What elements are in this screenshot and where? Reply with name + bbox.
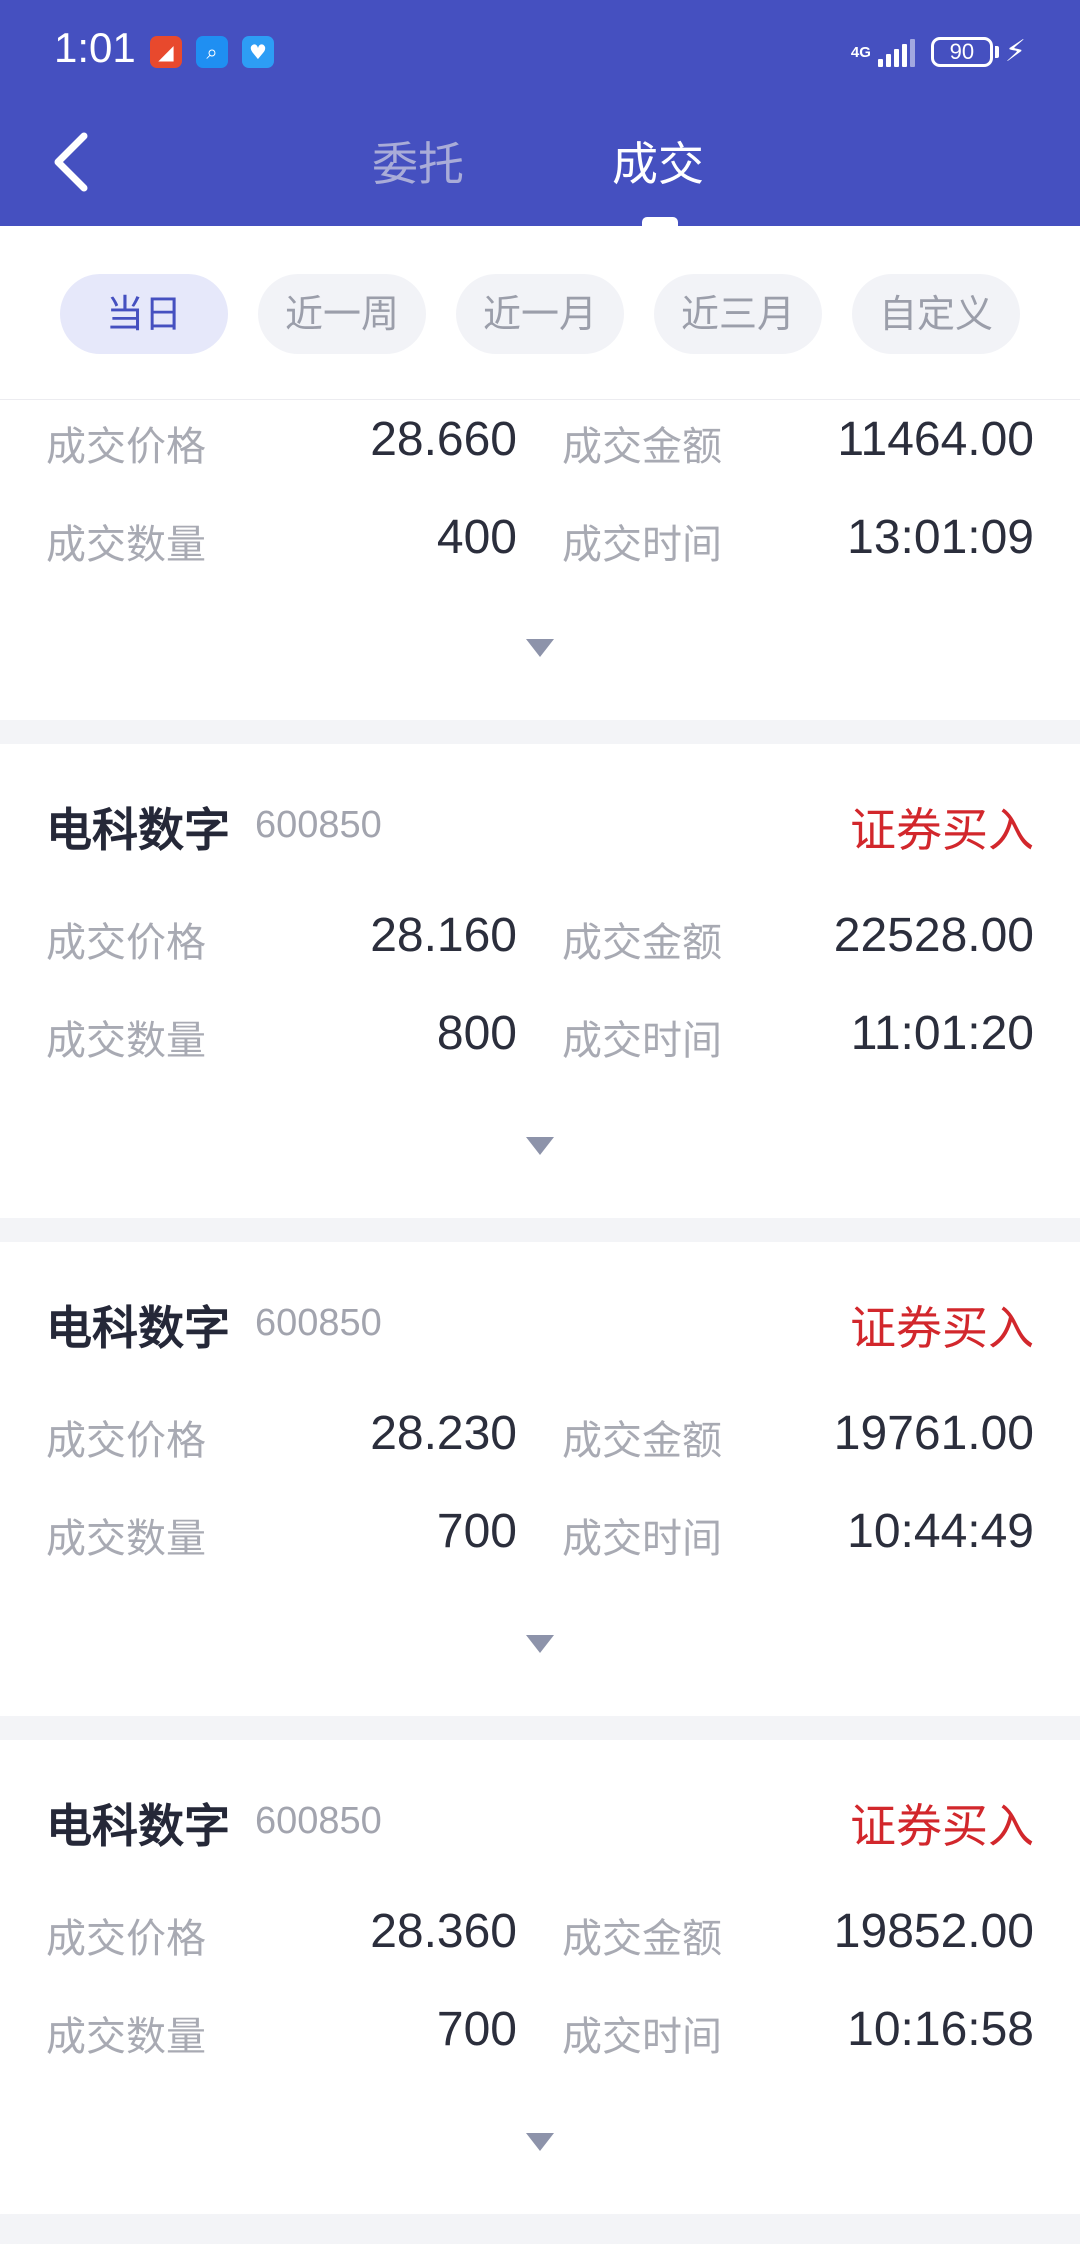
filter-custom[interactable]: 自定义 [852,274,1020,354]
price-label: 成交价格 [46,1418,206,1464]
price-label: 成交价格 [46,1916,206,1962]
trade-type: 证券买入 [850,803,1034,857]
expand-triangle-icon[interactable] [526,1635,554,1653]
filter-today[interactable]: 当日 [60,274,228,354]
app-notification-icon: ◢ [150,36,182,68]
time-label: 成交时间 [562,1018,722,1064]
filter-week[interactable]: 近一周 [258,274,426,354]
amount-label: 成交金额 [562,1418,722,1464]
app-header: 1:01 ◢ ⌕ ♥ 4G 90 ⚡ 委托 成交 [0,0,1080,226]
stock-name: 电科数字 [46,1799,230,1853]
stock-name: 电科数字 [46,1301,230,1355]
quantity-label: 成交数量 [46,2014,206,2060]
quantity-value: 800 [436,1007,517,1060]
expand-triangle-icon[interactable] [526,1137,554,1155]
stock-code: 600850 [255,804,382,846]
status-time: 1:01 [54,24,136,71]
price-value: 28.160 [370,909,517,962]
filter-three-months[interactable]: 近三月 [654,274,822,354]
stock-name: 电科数字 [46,803,230,857]
quantity-value: 400 [436,511,517,564]
stock-code: 600850 [255,1800,382,1842]
trade-type: 证券买入 [850,1799,1034,1853]
heart-app-icon: ♥ [242,36,274,68]
expand-triangle-icon[interactable] [526,639,554,657]
amount-value: 11464.00 [837,413,1034,466]
charging-icon: ⚡ [1004,34,1026,69]
battery-icon: 90 [930,37,993,67]
filter-month[interactable]: 近一月 [456,274,624,354]
price-label: 成交价格 [46,920,206,966]
time-value: 13:01:09 [847,511,1034,564]
tab-entrust[interactable]: 委托 [372,136,464,192]
time-value: 11:01:20 [850,1007,1034,1060]
status-indicators: 4G 90 ⚡ [851,30,1026,74]
amount-label: 成交金额 [562,920,722,966]
amount-value: 19761.00 [833,1407,1034,1460]
amount-label: 成交金额 [562,1916,722,1962]
quantity-value: 700 [436,2003,517,2056]
trade-type: 证券买入 [850,1301,1034,1355]
amount-value: 22528.00 [833,909,1034,962]
stock-code: 600850 [255,1302,382,1344]
battery-tip [994,46,999,58]
quantity-label: 成交数量 [46,522,206,568]
price-value: 28.660 [370,413,517,466]
quantity-label: 成交数量 [46,1018,206,1064]
time-label: 成交时间 [562,1516,722,1562]
time-value: 10:44:49 [847,1505,1034,1558]
quantity-label: 成交数量 [46,1516,206,1562]
signal-icon [875,37,915,67]
quantity-value: 700 [436,1505,517,1558]
trade-card[interactable]: 成交价格 28.660 成交金额 11464.00 成交数量 400 成交时间 … [0,400,1080,720]
time-label: 成交时间 [562,2014,722,2060]
network-type: 4G [850,43,871,61]
price-value: 28.230 [370,1407,517,1460]
time-label: 成交时间 [562,522,722,568]
trade-card[interactable]: 电科数字 600850 证券买入 成交价格 28.360 成交金额 19852.… [0,1740,1080,2214]
tab-deal[interactable]: 成交 [612,136,704,192]
date-filter-bar: 当日 近一周 近一月 近三月 自定义 [0,226,1080,400]
back-icon[interactable] [48,130,96,194]
amount-value: 19852.00 [833,1905,1034,1958]
trade-card[interactable]: 电科数字 600850 证券买入 成交价格 28.160 成交金额 22528.… [0,744,1080,1218]
price-label: 成交价格 [46,424,206,470]
time-value: 10:16:58 [847,2003,1034,2056]
amount-label: 成交金额 [562,424,722,470]
screen: 1:01 ◢ ⌕ ♥ 4G 90 ⚡ 委托 成交 当日 近一周 近一月 近三月 … [0,0,1080,2244]
expand-triangle-icon[interactable] [526,2133,554,2151]
search-app-icon: ⌕ [196,36,228,68]
price-value: 28.360 [370,1905,517,1958]
active-tab-indicator [642,217,678,226]
trade-card[interactable]: 电科数字 600850 证券买入 成交价格 28.230 成交金额 19761.… [0,1242,1080,1716]
battery-level: 90 [949,39,975,64]
